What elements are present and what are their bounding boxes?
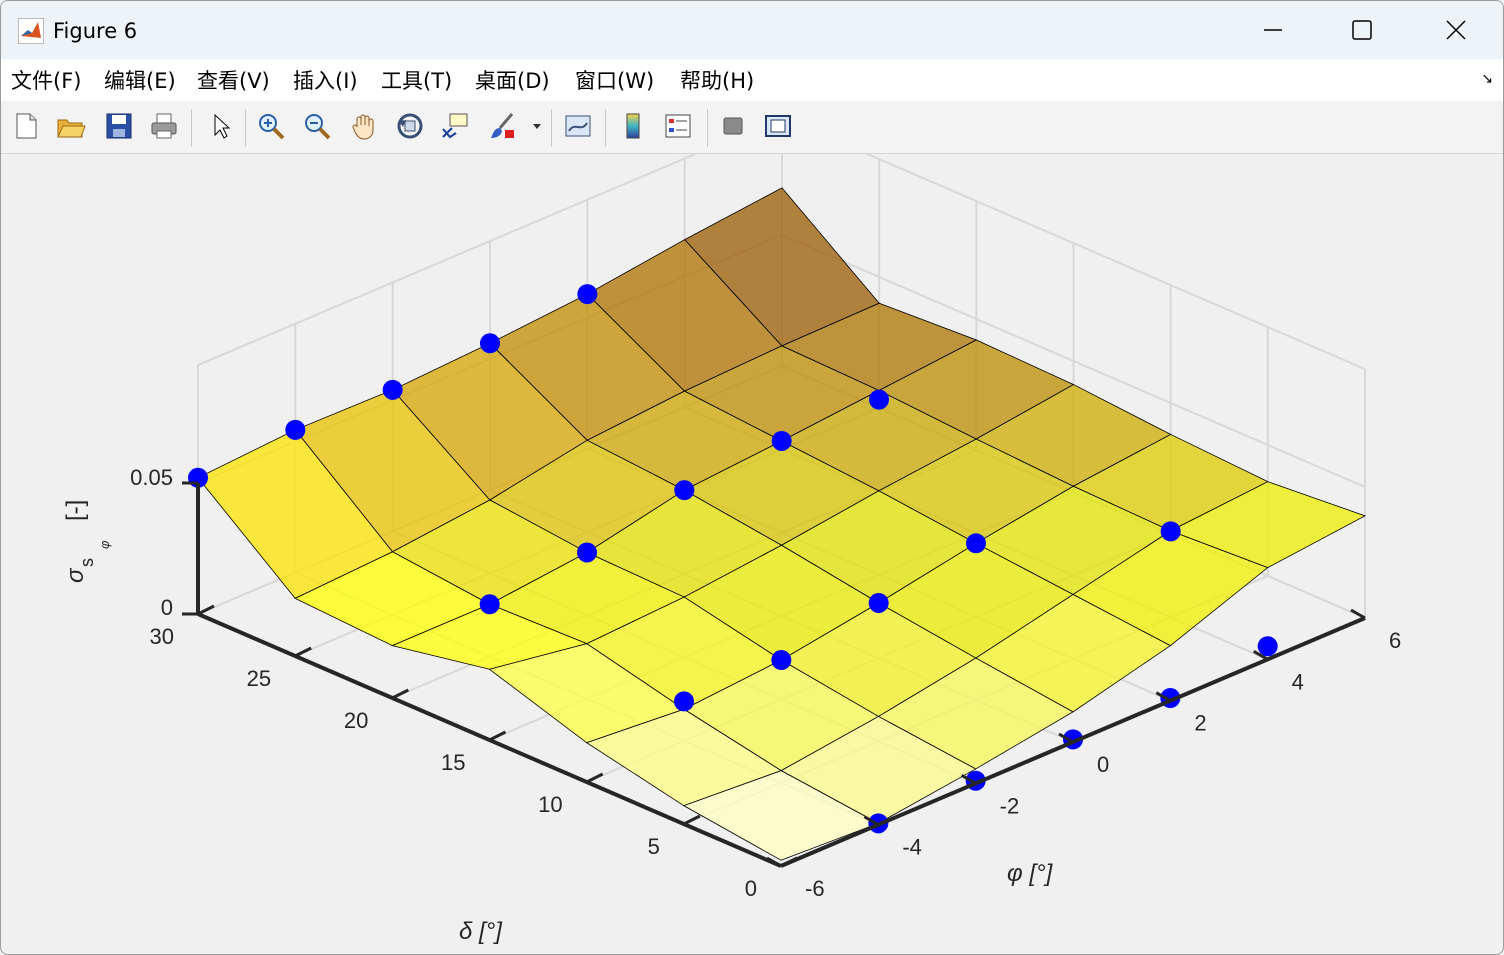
maximize-icon <box>1352 20 1372 40</box>
surface-mesh <box>197 187 1366 861</box>
brush-icon[interactable] <box>486 109 520 143</box>
z-axis-label: σ s φ [-] <box>62 500 112 583</box>
menu-view[interactable]: 查看(V) <box>197 65 270 95</box>
data-cursor-icon[interactable] <box>438 109 472 143</box>
pan-hand-icon[interactable] <box>347 109 381 143</box>
close-icon <box>1446 20 1466 40</box>
data-marker <box>577 542 597 563</box>
z-tick-label-0.05: 0.05 <box>130 465 173 490</box>
y-tick <box>683 814 701 826</box>
menu-desktop[interactable]: 桌面(D) <box>475 65 550 95</box>
title-bar: Figure 6 <box>1 1 1503 59</box>
y-tick-label: 30 <box>150 624 174 649</box>
show-plot-tools-icon[interactable] <box>761 109 795 143</box>
menu-help[interactable]: 帮助(H) <box>680 65 754 95</box>
x-axis-label: φ [°] <box>1007 860 1054 887</box>
data-marker <box>1257 636 1278 657</box>
y-tick <box>294 646 312 658</box>
matlab-logo-icon <box>18 18 44 44</box>
menu-file[interactable]: 文件(F) <box>11 65 81 95</box>
y-tick-label: 5 <box>648 834 660 859</box>
zoom-out-icon[interactable] <box>300 109 334 143</box>
x-tick-label: -4 <box>902 835 922 860</box>
y-tick <box>585 772 604 784</box>
y-tick-label: 0 <box>745 876 757 901</box>
z-axis-subscript: s <box>77 558 97 567</box>
data-marker <box>577 284 598 305</box>
x-tick-label: -2 <box>1000 793 1020 818</box>
data-marker <box>966 533 986 554</box>
menu-bar: 文件(F) 编辑(E) 查看(V) 插入(I) 工具(T) 桌面(D) 窗口(W… <box>1 59 1503 101</box>
x-tick-label: 4 <box>1292 669 1304 694</box>
data-marker <box>382 379 403 400</box>
minimize-icon <box>1264 29 1282 31</box>
maximize-button[interactable] <box>1339 7 1385 53</box>
y-tick <box>391 688 410 700</box>
data-marker <box>674 691 694 712</box>
menu-insert[interactable]: 插入(I) <box>293 65 358 95</box>
toolbar <box>1 101 1503 154</box>
dock-arrow-icon[interactable]: ↘ <box>1481 71 1493 87</box>
y-tick-label: 20 <box>344 708 368 733</box>
data-marker <box>771 650 792 671</box>
select-arrow-icon[interactable] <box>203 109 237 143</box>
data-marker <box>480 333 500 354</box>
y-tick-label: 10 <box>538 792 562 817</box>
z-axis-unit: [-] <box>62 500 89 521</box>
hide-plot-tools-icon[interactable] <box>716 109 750 143</box>
data-marker <box>285 419 306 440</box>
data-marker <box>869 389 889 410</box>
figure-window: Figure 6 文件(F) 编辑(E) 查看(V) 插入(I) 工具(T) 桌… <box>0 0 1504 955</box>
figure-canvas: 0 0.05 σ s φ [-] φ [°] δ [°] -6 -4 -2 0 2 4 6 … <box>1 116 1503 954</box>
link-plot-icon[interactable] <box>561 109 595 143</box>
y-axis-label: δ [°] <box>459 918 503 945</box>
x-tick-label: -6 <box>805 876 825 901</box>
x-tick-label: 6 <box>1389 628 1401 653</box>
legend-icon[interactable] <box>661 109 695 143</box>
z-tick-label-0: 0 <box>161 595 173 620</box>
print-icon[interactable] <box>147 109 181 143</box>
open-file-icon[interactable] <box>54 109 88 143</box>
z-axis-symbol: σ <box>62 567 89 583</box>
menu-edit[interactable]: 编辑(E) <box>104 65 176 95</box>
data-marker <box>868 592 889 613</box>
data-marker <box>771 430 792 451</box>
minimize-button[interactable] <box>1250 7 1296 53</box>
x-tick-label: 0 <box>1097 752 1109 777</box>
rotate-3d-icon[interactable] <box>393 109 427 143</box>
zoom-in-icon[interactable] <box>254 109 288 143</box>
data-marker <box>1160 521 1181 542</box>
colorbar-icon[interactable] <box>616 109 650 143</box>
window-title: Figure 6 <box>53 19 138 43</box>
menu-tools[interactable]: 工具(T) <box>381 65 452 95</box>
close-button[interactable] <box>1433 7 1479 53</box>
y-tick <box>488 730 507 742</box>
new-figure-icon[interactable] <box>9 109 43 143</box>
menu-window[interactable]: 窗口(W) <box>575 65 654 95</box>
y-tick <box>197 604 215 616</box>
data-marker <box>479 594 500 615</box>
brush-dropdown-icon[interactable] <box>527 109 547 143</box>
x-tick-label: 2 <box>1194 711 1206 736</box>
save-icon[interactable] <box>102 109 136 143</box>
surface-plot[interactable]: 0 0.05 σ s φ [-] φ [°] δ [°] -6-4-20246 … <box>1 116 1503 954</box>
y-tick-label: 15 <box>441 750 465 775</box>
data-marker <box>674 480 695 501</box>
x-tick <box>1350 608 1366 620</box>
y-tick-label: 25 <box>247 666 271 691</box>
z-axis-subsubscript: φ <box>97 540 112 549</box>
